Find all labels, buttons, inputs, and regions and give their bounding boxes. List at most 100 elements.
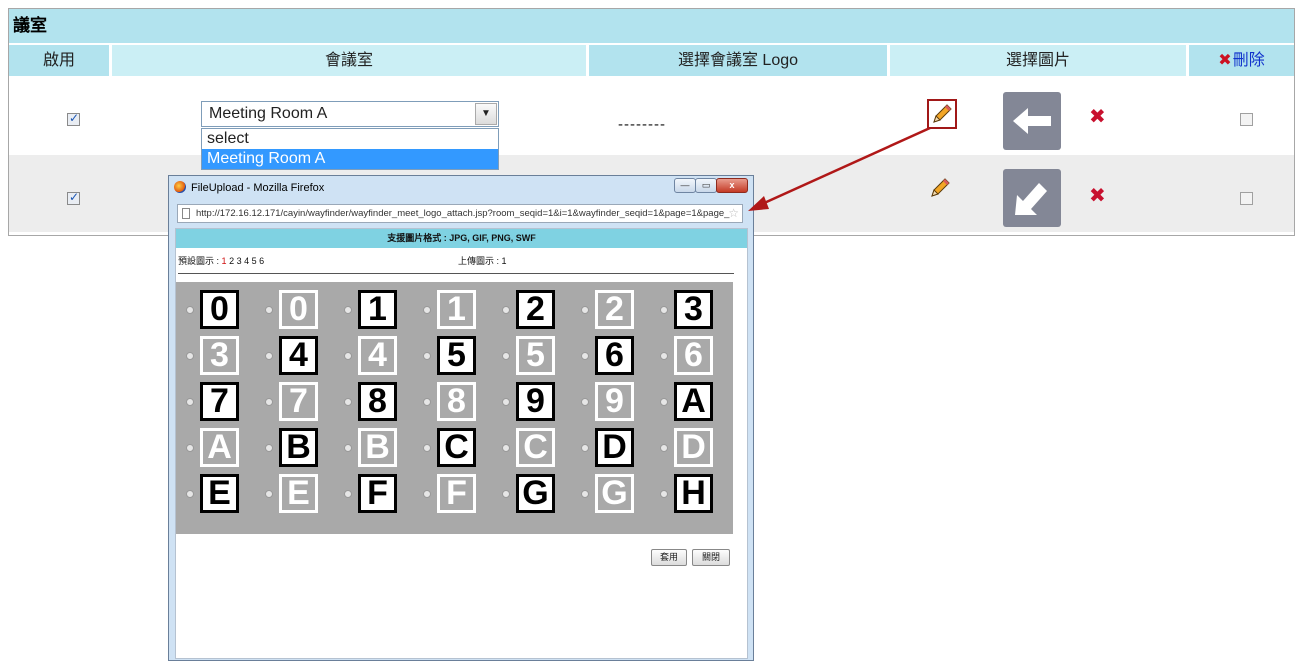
icon-radio[interactable] [344,352,352,360]
dropdown-option[interactable]: select [202,129,498,149]
icon-radio[interactable] [265,352,273,360]
icon-radio[interactable] [502,352,510,360]
remove-picture-button[interactable]: ✖ [1089,104,1106,129]
enable-checkbox[interactable] [67,111,80,126]
icon-radio[interactable] [186,444,194,452]
icon-option[interactable]: 8 [437,382,476,421]
icon-radio[interactable] [344,444,352,452]
icon-option[interactable]: 6 [674,336,713,375]
delete-header-button[interactable]: ✖刪除 [1189,45,1294,76]
icon-option[interactable]: 1 [358,290,397,329]
icon-radio[interactable] [581,398,589,406]
edit-picture-button[interactable] [927,99,957,129]
icon-radio[interactable] [581,352,589,360]
icon-radio[interactable] [660,444,668,452]
icon-option[interactable]: F [437,474,476,513]
icon-radio[interactable] [265,444,273,452]
icon-option[interactable]: 2 [595,290,634,329]
icon-option[interactable]: D [674,428,713,467]
icon-radio[interactable] [581,306,589,314]
icon-radio[interactable] [265,306,273,314]
icon-radio[interactable] [660,306,668,314]
icon-radio[interactable] [660,490,668,498]
picture-thumbnail[interactable] [1003,92,1061,150]
icon-radio[interactable] [502,306,510,314]
icon-option[interactable]: B [358,428,397,467]
enable-checkbox[interactable] [67,190,80,205]
icon-option[interactable]: G [595,474,634,513]
icon-option[interactable]: 7 [200,382,239,421]
icon-option[interactable]: 5 [437,336,476,375]
icon-label: D [681,428,706,466]
icon-option[interactable]: 2 [516,290,555,329]
icon-option[interactable]: 9 [595,382,634,421]
icon-radio[interactable] [502,398,510,406]
icon-option[interactable]: 5 [516,336,555,375]
edit-picture-button[interactable] [927,175,957,205]
window-titlebar[interactable]: FileUpload - Mozilla Firefox — ▭ x [169,176,753,200]
icon-option[interactable]: 3 [674,290,713,329]
room-select[interactable]: Meeting Room A ▼ [201,101,499,127]
maximize-button[interactable]: ▭ [695,178,717,193]
icon-radio[interactable] [423,398,431,406]
icon-radio[interactable] [502,444,510,452]
icon-radio[interactable] [344,398,352,406]
icon-option[interactable]: 8 [358,382,397,421]
minimize-button[interactable]: — [674,178,696,193]
preset-page-links[interactable]: 2 3 4 5 6 [229,256,264,266]
icon-option[interactable]: A [200,428,239,467]
icon-option[interactable]: 3 [200,336,239,375]
chevron-down-icon[interactable]: ▼ [475,103,497,125]
delete-checkbox[interactable] [1240,113,1253,126]
icon-option[interactable]: C [516,428,555,467]
icon-option[interactable]: 4 [279,336,318,375]
icon-option[interactable]: F [358,474,397,513]
icon-radio[interactable] [660,398,668,406]
icon-option[interactable]: E [279,474,318,513]
icon-option[interactable]: 7 [279,382,318,421]
icon-radio[interactable] [660,352,668,360]
icon-option[interactable]: A [674,382,713,421]
icon-radio[interactable] [186,352,194,360]
icon-option[interactable]: 4 [358,336,397,375]
bookmark-star-icon[interactable]: ☆ [728,205,739,222]
icon-radio[interactable] [186,398,194,406]
picture-thumbnail[interactable] [1003,169,1061,227]
upload-page-link[interactable]: 1 [502,256,507,266]
icon-grid: 0 0 1 1 2 2 3 3 4 4 5 5 6 6 7 7 8 8 9 9 A A B B C C D D E E F F G G H [176,282,733,534]
close-window-button[interactable]: x [716,178,748,193]
icon-option[interactable]: 6 [595,336,634,375]
icon-radio[interactable] [265,398,273,406]
icon-option[interactable]: 9 [516,382,555,421]
icon-radio[interactable] [423,444,431,452]
icon-radio[interactable] [186,306,194,314]
preset-page-current[interactable]: 1 [222,256,227,266]
icon-option[interactable]: B [279,428,318,467]
icon-radio[interactable] [423,352,431,360]
icon-radio[interactable] [423,490,431,498]
dropdown-option-selected[interactable]: Meeting Room A [202,149,498,169]
delete-checkbox[interactable] [1240,192,1253,205]
close-button[interactable]: 關閉 [692,549,730,566]
icon-radio[interactable] [423,306,431,314]
table-header: 啟用 會議室 選擇會議室 Logo 選擇圖片 ✖刪除 [9,45,1294,76]
remove-picture-button[interactable]: ✖ [1089,183,1106,208]
icon-radio[interactable] [344,490,352,498]
icon-option[interactable]: H [674,474,713,513]
icon-radio[interactable] [265,490,273,498]
icon-option[interactable]: D [595,428,634,467]
icon-option[interactable]: 0 [200,290,239,329]
icon-radio[interactable] [581,444,589,452]
url-bar[interactable]: http://172.16.12.171/cayin/wayfinder/way… [177,204,743,223]
icon-radio[interactable] [581,490,589,498]
icon-option[interactable]: C [437,428,476,467]
icon-radio[interactable] [186,490,194,498]
icon-option[interactable]: E [200,474,239,513]
icon-option[interactable]: G [516,474,555,513]
icon-option[interactable]: 0 [279,290,318,329]
icon-radio[interactable] [502,490,510,498]
icon-radio[interactable] [344,306,352,314]
apply-button[interactable]: 套用 [651,549,687,566]
icon-option[interactable]: 1 [437,290,476,329]
icon-label: 8 [368,382,387,420]
